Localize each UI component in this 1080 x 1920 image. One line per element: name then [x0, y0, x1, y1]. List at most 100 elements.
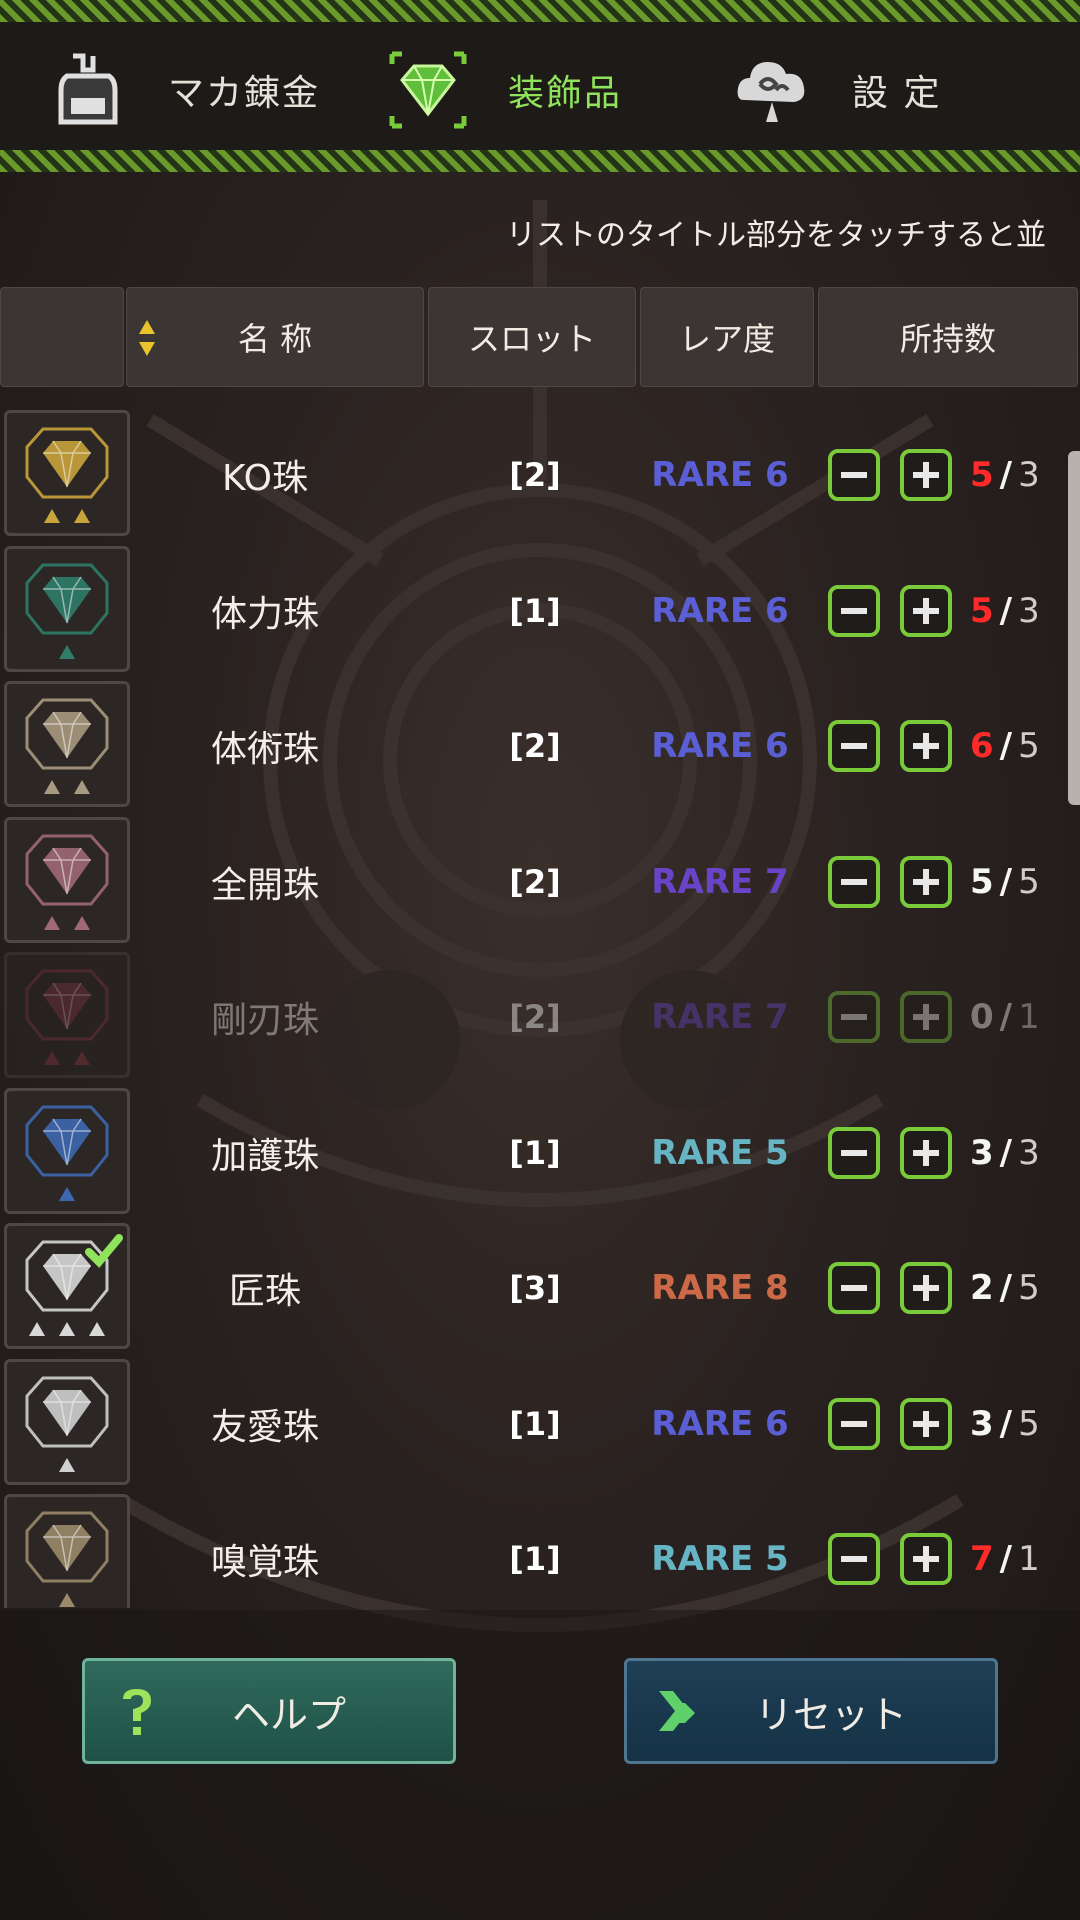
- help-button[interactable]: ヘルプ: [82, 1658, 456, 1764]
- table-row[interactable]: 体術珠 [2] RARE 6 6/5: [0, 681, 1080, 811]
- minus-icon: [841, 608, 867, 614]
- decoration-name: 体術珠: [210, 729, 319, 770]
- table-row[interactable]: 嗅覚珠 [1] RARE 5 7/1: [0, 1494, 1080, 1608]
- owned-value: 5: [970, 591, 994, 631]
- decrement-button[interactable]: [828, 1398, 880, 1450]
- increment-button[interactable]: [900, 1398, 952, 1450]
- reset-button[interactable]: リセット: [624, 1658, 998, 1764]
- list-scrollbar[interactable]: [1068, 451, 1080, 805]
- owned-separator: /: [999, 1133, 1013, 1173]
- owned-value: 7: [970, 1539, 994, 1579]
- decrement-button[interactable]: [828, 856, 880, 908]
- owned-count: 6/5: [970, 681, 1040, 811]
- max-value: 5: [1018, 1268, 1040, 1308]
- owned-separator: /: [999, 1268, 1013, 1308]
- max-value: 5: [1018, 726, 1040, 766]
- decoration-slot: [1]: [509, 1405, 561, 1443]
- max-value: 3: [1018, 455, 1040, 495]
- decoration-list[interactable]: KO珠 [2] RARE 6 5/3 体力珠 [1] RARE 6 5/3 体術珠 [2] RA…: [0, 410, 1080, 1608]
- decrement-button[interactable]: [828, 585, 880, 637]
- increment-button[interactable]: [900, 1127, 952, 1179]
- decoration-slot: [2]: [509, 863, 561, 901]
- minus-icon: [841, 743, 867, 749]
- table-row[interactable]: 剛刃珠 [2] RARE 7 0/1: [0, 952, 1080, 1082]
- increment-button[interactable]: [900, 856, 952, 908]
- owned-count: 5/5: [970, 817, 1040, 947]
- increment-button[interactable]: [900, 991, 952, 1043]
- owned-count: 2/5: [970, 1223, 1040, 1353]
- decoration-name: KO珠: [222, 458, 308, 499]
- decoration-rarity: RARE 6: [651, 726, 789, 766]
- owned-value: 3: [970, 1133, 994, 1173]
- bottom-stripe: [0, 150, 1080, 172]
- minus-icon: [841, 1014, 867, 1020]
- header-owned[interactable]: 所持数: [818, 287, 1078, 387]
- gem-icon: [388, 50, 468, 130]
- decoration-name: 加護珠: [210, 1136, 319, 1177]
- header-name[interactable]: 名 称: [126, 287, 424, 387]
- check-icon: [85, 1234, 123, 1268]
- decoration-rarity: RARE 7: [651, 997, 789, 1037]
- decoration-rarity: RARE 6: [651, 1404, 789, 1444]
- table-row[interactable]: KO珠 [2] RARE 6 5/3: [0, 410, 1080, 540]
- nav-tab-decorations-label: 装飾品: [508, 73, 623, 114]
- owned-separator: /: [999, 997, 1013, 1037]
- header-rarity[interactable]: レア度: [640, 287, 814, 387]
- decrement-button[interactable]: [828, 449, 880, 501]
- owned-separator: /: [999, 726, 1013, 766]
- minus-icon: [841, 1150, 867, 1156]
- decoration-slot: [3]: [509, 1269, 561, 1307]
- help-button-label: ヘルプ: [231, 1692, 346, 1737]
- sort-arrows-icon: [139, 320, 155, 356]
- decrement-button[interactable]: [828, 1127, 880, 1179]
- decoration-name: 匠珠: [228, 1271, 301, 1312]
- header-slot-label: スロット: [467, 320, 596, 358]
- top-navigation: マカ錬金 装飾品 設 定: [0, 0, 1080, 172]
- owned-separator: /: [999, 591, 1013, 631]
- decoration-rarity: RARE 5: [651, 1133, 789, 1173]
- table-row[interactable]: 体力珠 [1] RARE 6 5/3: [0, 546, 1080, 676]
- owned-count: 0/1: [970, 952, 1040, 1082]
- max-value: 5: [1018, 862, 1040, 902]
- decoration-rarity: RARE 6: [651, 591, 789, 631]
- header-slot[interactable]: スロット: [428, 287, 636, 387]
- nav-tab-settings[interactable]: 設 定: [732, 40, 941, 140]
- owned-separator: /: [999, 862, 1013, 902]
- decoration-rarity: RARE 6: [651, 455, 789, 495]
- max-value: 1: [1018, 1539, 1040, 1579]
- owned-count: 3/3: [970, 1088, 1040, 1218]
- owned-count: 3/5: [970, 1359, 1040, 1489]
- decrement-button[interactable]: [828, 1533, 880, 1585]
- decoration-slot: [2]: [509, 727, 561, 765]
- owned-value: 5: [970, 862, 994, 902]
- decoration-name: 嗅覚珠: [210, 1542, 319, 1583]
- table-row[interactable]: 加護珠 [1] RARE 5 3/3: [0, 1088, 1080, 1218]
- increment-button[interactable]: [900, 1262, 952, 1314]
- nav-tab-decorations[interactable]: 装飾品: [388, 40, 622, 140]
- decoration-name: 体力珠: [210, 594, 319, 635]
- decoration-gem-icon: [4, 1088, 130, 1214]
- increment-button[interactable]: [900, 449, 952, 501]
- owned-separator: /: [999, 1539, 1013, 1579]
- header-owned-label: 所持数: [899, 320, 996, 358]
- table-row[interactable]: 匠珠 [3] RARE 8 2/5: [0, 1223, 1080, 1353]
- decrement-button[interactable]: [828, 720, 880, 772]
- increment-button[interactable]: [900, 585, 952, 637]
- nav-tab-alchemy[interactable]: マカ錬金: [48, 40, 320, 140]
- table-row[interactable]: 全開珠 [2] RARE 7 5/5: [0, 817, 1080, 947]
- sort-hint-text: リストのタイトル部分をタッチすると並: [506, 218, 1046, 253]
- decrement-button[interactable]: [828, 1262, 880, 1314]
- decoration-rarity: RARE 7: [651, 862, 789, 902]
- table-row[interactable]: 友愛珠 [1] RARE 6 3/5: [0, 1359, 1080, 1489]
- max-value: 5: [1018, 1404, 1040, 1444]
- minus-icon: [841, 1421, 867, 1427]
- header-rarity-label: レア度: [678, 320, 775, 358]
- max-value: 1: [1018, 997, 1040, 1037]
- increment-button[interactable]: [900, 720, 952, 772]
- alchemy-pot-icon: [48, 50, 128, 130]
- owned-count: 5/3: [970, 546, 1040, 676]
- decrement-button[interactable]: [828, 991, 880, 1043]
- cloud-settings-icon: [732, 50, 812, 130]
- increment-button[interactable]: [900, 1533, 952, 1585]
- nav-tab-settings-label: 設 定: [852, 73, 942, 114]
